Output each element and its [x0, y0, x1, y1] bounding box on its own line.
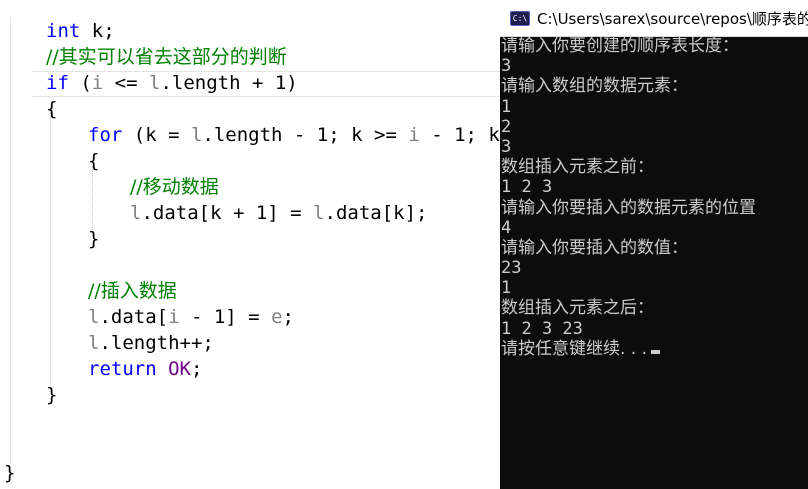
code-token: .data[ — [99, 306, 169, 328]
code-line: { — [46, 96, 57, 122]
console-window[interactable]: C:\ C:\Users\sarex\source\repos\顺序表的 请输入… — [500, 0, 808, 489]
code-token: int — [46, 20, 81, 42]
console-line-text: 数组插入元素之前： — [501, 157, 654, 178]
code-line: int k; — [46, 18, 115, 44]
code-token: - 1] = — [179, 306, 272, 328]
console-line: 1 2 3 23 — [500, 319, 808, 339]
console-line: 数组插入元素之前： — [500, 157, 808, 177]
code-token: } — [46, 384, 58, 406]
code-token: .data[k + 1] = — [141, 202, 314, 224]
console-line-text: 1 — [501, 96, 512, 117]
code-line: } — [88, 226, 99, 252]
console-line: 1 — [500, 278, 808, 298]
code-token: ; — [190, 358, 203, 380]
code-token: l — [149, 72, 161, 94]
code-token: ; — [282, 306, 294, 328]
code-token: } — [4, 462, 16, 484]
code-token: return — [88, 358, 157, 380]
code-line: { — [88, 148, 99, 174]
console-line-text: 2 — [501, 116, 512, 137]
console-line: 3 — [500, 137, 808, 157]
code-token: i — [168, 306, 180, 328]
code-token: l — [190, 124, 203, 146]
code-token: l — [313, 202, 325, 224]
code-token: .length + 1) — [160, 72, 298, 94]
code-token: { — [88, 150, 100, 172]
indent-guide — [50, 112, 51, 394]
console-line-text: 23 — [501, 258, 522, 279]
console-line-text: 请输入你要插入的数据元素的位置 — [501, 197, 756, 218]
console-line-text: 1 — [501, 278, 512, 299]
code-token: //插入数据 — [88, 280, 177, 302]
console-line: 请输入你要插入的数值： — [500, 238, 808, 258]
code-token: l — [88, 306, 100, 328]
code-token: .length++; — [99, 332, 214, 354]
console-line: 数组插入元素之后： — [500, 298, 808, 318]
console-line: 1 — [500, 97, 808, 117]
console-line-text: 3 — [501, 136, 512, 157]
console-line-text: 3 — [501, 56, 512, 77]
code-token: l — [130, 202, 142, 224]
code-token: i — [408, 124, 420, 146]
console-line-text: 4 — [501, 217, 512, 238]
code-token: e — [271, 306, 283, 328]
code-line: l.data[i - 1] = e; — [88, 304, 294, 330]
code-token: .data[k]; — [324, 202, 428, 224]
console-line: 请按任意键继续. . . — [500, 339, 808, 359]
code-editor[interactable]: int k;//其实可以省去这部分的判断 if (i <= l.length + … — [0, 0, 500, 489]
code-line: //其实可以省去这部分的判断 — [46, 44, 287, 70]
code-token: OK — [168, 358, 191, 380]
code-line: for (k = l.length - 1; k >= i - 1; k--) — [88, 122, 500, 148]
code-token: { — [46, 98, 58, 120]
code-line: } — [46, 382, 57, 408]
code-line: //插入数据 — [88, 278, 177, 304]
code-line: if (i <= l.length + 1) — [46, 70, 298, 96]
console-line: 4 — [500, 218, 808, 238]
code-token: k; — [80, 20, 115, 42]
console-line-text: 请输入数组的数据元素： — [501, 76, 688, 97]
code-token: i — [91, 72, 104, 94]
console-line-text: 数组插入元素之后： — [501, 298, 654, 319]
code-line: return OK; — [88, 356, 202, 382]
code-line: l.data[k + 1] = l.data[k]; — [130, 200, 427, 226]
console-line: 23 — [500, 258, 808, 278]
code-line: l.length++; — [88, 330, 214, 356]
code-token: <= — [103, 72, 149, 94]
code-line: } — [4, 460, 15, 486]
console-line: 1 2 3 — [500, 177, 808, 197]
text-cursor — [651, 349, 661, 354]
code-token: (k = — [122, 124, 191, 146]
code-token: ( — [68, 72, 92, 94]
console-line: 请输入数组的数据元素： — [500, 76, 808, 96]
console-line-text: 1 2 3 23 — [501, 318, 583, 339]
code-token: //移动数据 — [130, 176, 219, 198]
code-token: - 1; k--) — [431, 124, 500, 146]
console-line: 请输入你要插入的数据元素的位置 — [500, 198, 808, 218]
console-title-bar[interactable]: C:\ C:\Users\sarex\source\repos\顺序表的 — [500, 0, 808, 37]
console-line-text: 请输入你要插入的数值： — [501, 237, 688, 258]
console-line-text: 请按任意键继续. . . — [501, 338, 648, 359]
indent-guide — [10, 18, 11, 463]
console-line-text: 请输入你要创建的顺序表长度： — [501, 36, 739, 56]
console-output: 请输入你要创建的顺序表长度： 3 请输入数组的数据元素： 1 2 3 数组插入元素之前： 1 … — [500, 36, 808, 359]
console-line-text: 1 2 3 — [501, 177, 553, 198]
code-token: } — [88, 228, 100, 250]
code-token: for — [88, 124, 123, 146]
code-token: if — [46, 72, 69, 94]
console-line: 2 — [500, 117, 808, 137]
code-token: //其实可以省去这部分的判断 — [46, 46, 287, 68]
console-line: 请输入你要创建的顺序表长度： — [500, 36, 808, 56]
code-line: //移动数据 — [130, 174, 219, 200]
console-line: 3 — [500, 56, 808, 76]
code-token: .length - 1; k >= — [202, 124, 409, 146]
console-title: C:\Users\sarex\source\repos\顺序表的 — [537, 9, 808, 28]
cmd-icon: C:\ — [510, 10, 530, 26]
code-token: l — [88, 332, 100, 354]
